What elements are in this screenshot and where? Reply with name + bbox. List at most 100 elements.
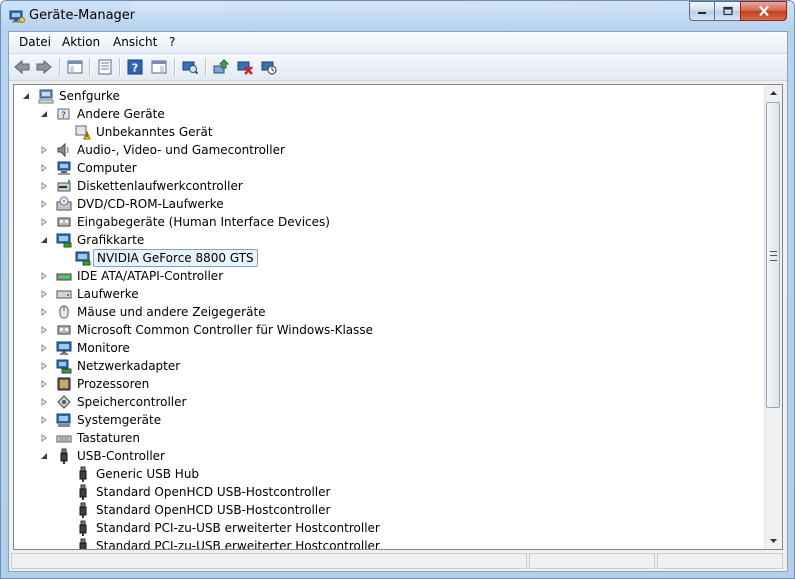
vertical-scrollbar[interactable] [764, 85, 782, 549]
tree-item-label: Prozessoren [77, 377, 150, 391]
expand-arrow-icon[interactable] [40, 146, 48, 154]
tree-category-item[interactable]: Prozessoren [16, 375, 756, 393]
tree-item-label: Standard OpenHCD USB-Hostcontroller [96, 503, 331, 517]
expand-arrow-icon[interactable] [40, 218, 48, 226]
tree-category-item[interactable]: DVD/CD-ROM-Laufwerke [16, 195, 756, 213]
expand-arrow-icon[interactable] [40, 398, 48, 406]
usb-icon [79, 520, 87, 536]
expand-arrow-icon[interactable] [40, 380, 48, 388]
properties-icon [98, 59, 112, 75]
toolbar-separator [89, 58, 91, 76]
menu-bar: Datei Aktion Ansicht ? [9, 32, 787, 54]
tree-root[interactable]: Senfgurke [16, 87, 756, 105]
expand-arrow-icon[interactable] [40, 434, 48, 442]
expand-arrow-icon[interactable] [40, 326, 48, 334]
scroll-thumb[interactable] [766, 102, 780, 408]
tree-category-item[interactable]: Audio-, Video- und Gamecontroller [16, 141, 756, 159]
maximize-button[interactable] [714, 1, 741, 21]
usb-icon [79, 502, 87, 518]
update-driver-button[interactable] [211, 57, 231, 77]
scroll-grip-icon [770, 251, 777, 261]
tree-category-item[interactable]: Systemgeräte [16, 411, 756, 429]
tree-device-item[interactable]: Standard OpenHCD USB-Hostcontroller [16, 483, 756, 501]
svg-text:?: ? [61, 111, 66, 121]
display-adapter-icon [56, 233, 72, 248]
tree-category-item[interactable]: Speichercontroller [16, 393, 756, 411]
collapse-arrow-icon[interactable] [22, 92, 30, 100]
expand-arrow-icon[interactable] [40, 344, 48, 352]
tree-item-label: Laufwerke [77, 287, 139, 301]
expand-arrow-icon[interactable] [40, 272, 48, 280]
ide-controller-icon [56, 273, 72, 281]
menu-help[interactable]: ? [169, 35, 175, 49]
collapse-arrow-icon[interactable] [40, 452, 48, 460]
collapse-arrow-icon[interactable] [40, 110, 48, 118]
show-action-pane-button[interactable] [149, 57, 169, 77]
tree-device-item[interactable]: Generic USB Hub [16, 465, 756, 483]
device-tree[interactable]: Senfgurke ? Andere Geräte Unbekanntes Gerä… [13, 84, 783, 550]
tree-category-item[interactable]: Monitore [16, 339, 756, 357]
tree-category-item[interactable]: Eingabegeräte (Human Interface Devices) [16, 213, 756, 231]
tree-device-item[interactable]: NVIDIA GeForce 8800 GTS [16, 249, 756, 267]
tree-category-item[interactable]: Computer [16, 159, 756, 177]
menu-datei[interactable]: Datei [19, 35, 51, 49]
dvd-drive-icon [56, 196, 72, 211]
back-button[interactable] [12, 57, 32, 77]
tree-device-item[interactable]: Standard PCI-zu-USB erweiterter Hostcont… [16, 537, 756, 549]
tree-category-item[interactable]: Grafikkarte [16, 231, 756, 249]
tree-item-label: Generic USB Hub [96, 467, 200, 481]
tree-category-item[interactable]: USB-Controller [16, 447, 756, 465]
status-cell-main [11, 553, 527, 569]
disk-drive-icon [56, 290, 72, 299]
tree-device-item[interactable]: Unbekanntes Gerät [16, 123, 756, 141]
minimize-button[interactable] [689, 1, 715, 21]
expand-arrow-icon[interactable] [40, 308, 48, 316]
tree-category-item[interactable]: Laufwerke [16, 285, 756, 303]
minimize-icon [698, 12, 706, 14]
show-hide-tree-button[interactable] [65, 57, 85, 77]
window-title: Geräte-Manager [29, 8, 136, 23]
help-button[interactable]: ? [125, 57, 145, 77]
floppy-controller-icon [57, 180, 71, 192]
expand-arrow-icon[interactable] [40, 182, 48, 190]
title-bar[interactable]: Geräte-Manager [1, 1, 794, 31]
tree-category-item[interactable]: IDE ATA/ATAPI-Controller [16, 267, 756, 285]
scroll-up-button[interactable] [765, 85, 782, 102]
tree-category-item[interactable]: Netzwerkadapter [16, 357, 756, 375]
tree-category-item[interactable]: ? Andere Geräte [16, 105, 756, 123]
toolbar-separator [59, 58, 61, 76]
tree-item-label: IDE ATA/ATAPI-Controller [77, 269, 224, 283]
tree-category-item[interactable]: Diskettenlaufwerkcontroller [16, 177, 756, 195]
client-area: Datei Aktion Ansicht ? ? Senfgurke ? And… [8, 31, 788, 572]
menu-aktion[interactable]: Aktion [62, 35, 100, 49]
expand-arrow-icon[interactable] [40, 290, 48, 298]
tree-item-label: Mäuse und andere Zeigegeräte [77, 305, 266, 319]
scroll-down-button[interactable] [765, 532, 782, 549]
disable-button[interactable] [259, 57, 279, 77]
status-cell-3 [657, 553, 783, 569]
tree-category-item[interactable]: Tastaturen [16, 429, 756, 447]
expand-arrow-icon[interactable] [40, 416, 48, 424]
properties-button[interactable] [95, 57, 115, 77]
speaker-icon [57, 142, 69, 158]
collapse-arrow-icon[interactable] [40, 236, 48, 244]
tree-device-item[interactable]: Standard OpenHCD USB-Hostcontroller [16, 501, 756, 519]
expand-arrow-icon[interactable] [40, 164, 48, 172]
scan-hardware-button[interactable] [180, 57, 200, 77]
forward-button[interactable] [34, 57, 54, 77]
tree-category-item[interactable]: Mäuse und andere Zeigegeräte [16, 303, 756, 321]
tree-device-item[interactable]: Standard PCI-zu-USB erweiterter Hostcont… [16, 519, 756, 537]
expand-arrow-icon[interactable] [40, 200, 48, 208]
network-adapter-icon [56, 359, 72, 374]
uninstall-button[interactable] [235, 57, 255, 77]
menu-ansicht[interactable]: Ansicht [113, 35, 157, 49]
expand-arrow-icon[interactable] [40, 362, 48, 370]
forward-icon [36, 59, 52, 75]
computer-icon [38, 89, 54, 104]
update-driver-icon [213, 59, 229, 74]
close-button[interactable] [740, 1, 787, 21]
console-tree-icon [67, 60, 83, 74]
tree-category-item[interactable]: Microsoft Common Controller für Windows-… [16, 321, 756, 339]
action-pane-icon [151, 60, 167, 74]
tree-item-label: USB-Controller [77, 449, 165, 463]
